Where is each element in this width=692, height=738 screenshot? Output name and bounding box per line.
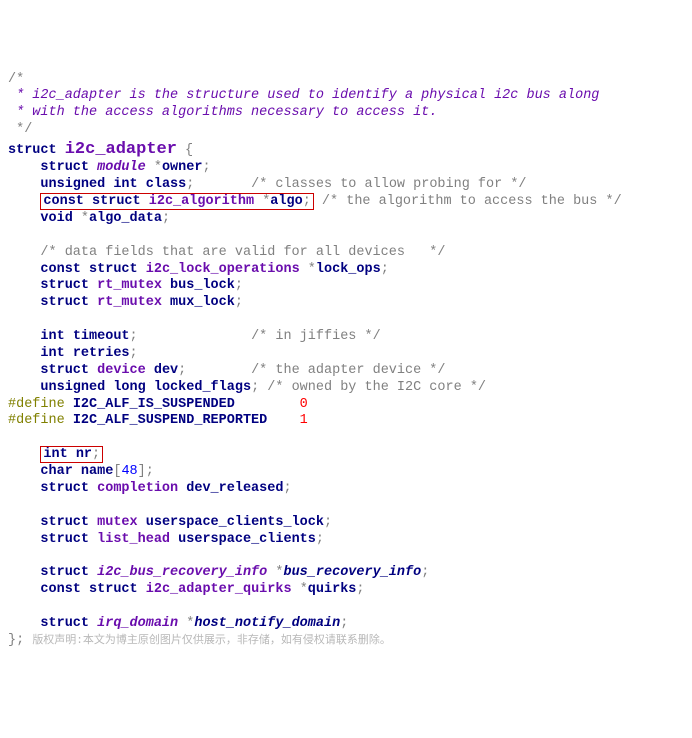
type-device: device <box>97 363 146 378</box>
kw-unsigned: unsigned <box>40 177 105 192</box>
array-size: 48 <box>121 464 137 479</box>
type-rt-mutex: rt_mutex <box>97 278 162 293</box>
field-quirks: quirks <box>308 582 357 597</box>
kw-int: int <box>113 177 137 192</box>
highlighted-nr-line: int nr; <box>40 446 103 463</box>
kw-void: void <box>40 211 72 226</box>
field-usc: userspace_clients <box>178 532 316 547</box>
field-algo-data: algo_data <box>89 211 162 226</box>
field-bus-lock: bus_lock <box>170 278 235 293</box>
field-mux-lock: mux_lock <box>170 295 235 310</box>
struct-name: i2c_adapter <box>65 140 177 159</box>
type-mutex: mutex <box>97 515 138 530</box>
type-list-head: list_head <box>97 532 170 547</box>
field-usc-lock: userspace_clients_lock <box>146 515 324 530</box>
comment-line: * with the access algorithms necessary t… <box>8 105 437 120</box>
type-quirks: i2c_adapter_quirks <box>146 582 292 597</box>
comment-timeout: /* in jiffies */ <box>251 329 381 344</box>
highlighted-algo-line: const struct i2c_algorithm *algo; <box>40 193 313 210</box>
code-block: /* * i2c_adapter is the structure used t… <box>8 72 684 650</box>
field-class: class <box>146 177 187 192</box>
macro-val-1: 1 <box>300 413 308 428</box>
field-bus-recovery: bus_recovery_info <box>283 565 421 580</box>
type-completion: completion <box>97 481 178 496</box>
watermark-text: 版权声明:本文为博主原创图片仅供展示，非存储，如有侵权请联系删除。 <box>32 635 391 647</box>
macro-suspend-reported: I2C_ALF_SUSPEND_REPORTED <box>73 413 267 428</box>
field-retries: retries <box>73 346 130 361</box>
macro-suspended: I2C_ALF_IS_SUSPENDED <box>73 397 235 412</box>
field-lock-ops: lock_ops <box>316 262 381 277</box>
comment-algo: /* the algorithm to access the bus */ <box>322 194 622 209</box>
macro-val-0: 0 <box>300 397 308 412</box>
field-dev: dev <box>154 363 178 378</box>
kw-struct: struct <box>8 143 57 158</box>
comment-locked: /* owned by the I2C core */ <box>267 380 486 395</box>
comment-close: */ <box>8 122 32 137</box>
field-locked-flags: locked_flags <box>154 380 251 395</box>
comment-open: /* <box>8 72 24 87</box>
comment-dev: /* the adapter device */ <box>251 363 445 378</box>
type-module: module <box>97 160 146 175</box>
type-bus-recovery: i2c_bus_recovery_info <box>97 565 267 580</box>
pp-define: #define <box>8 397 65 412</box>
comment-data-fields: /* data fields that are valid for all de… <box>40 245 445 260</box>
field-name: name <box>81 464 113 479</box>
field-dev-released: dev_released <box>186 481 283 496</box>
type-lock-ops: i2c_lock_operations <box>146 262 300 277</box>
field-host-notify: host_notify_domain <box>194 616 340 631</box>
type-irq-domain: irq_domain <box>97 616 178 631</box>
comment-class: /* classes to allow probing for */ <box>251 177 526 192</box>
field-timeout: timeout <box>73 329 130 344</box>
comment-line: * i2c_adapter is the structure used to i… <box>8 88 599 103</box>
kw-struct: struct <box>40 160 89 175</box>
field-owner: owner <box>162 160 203 175</box>
